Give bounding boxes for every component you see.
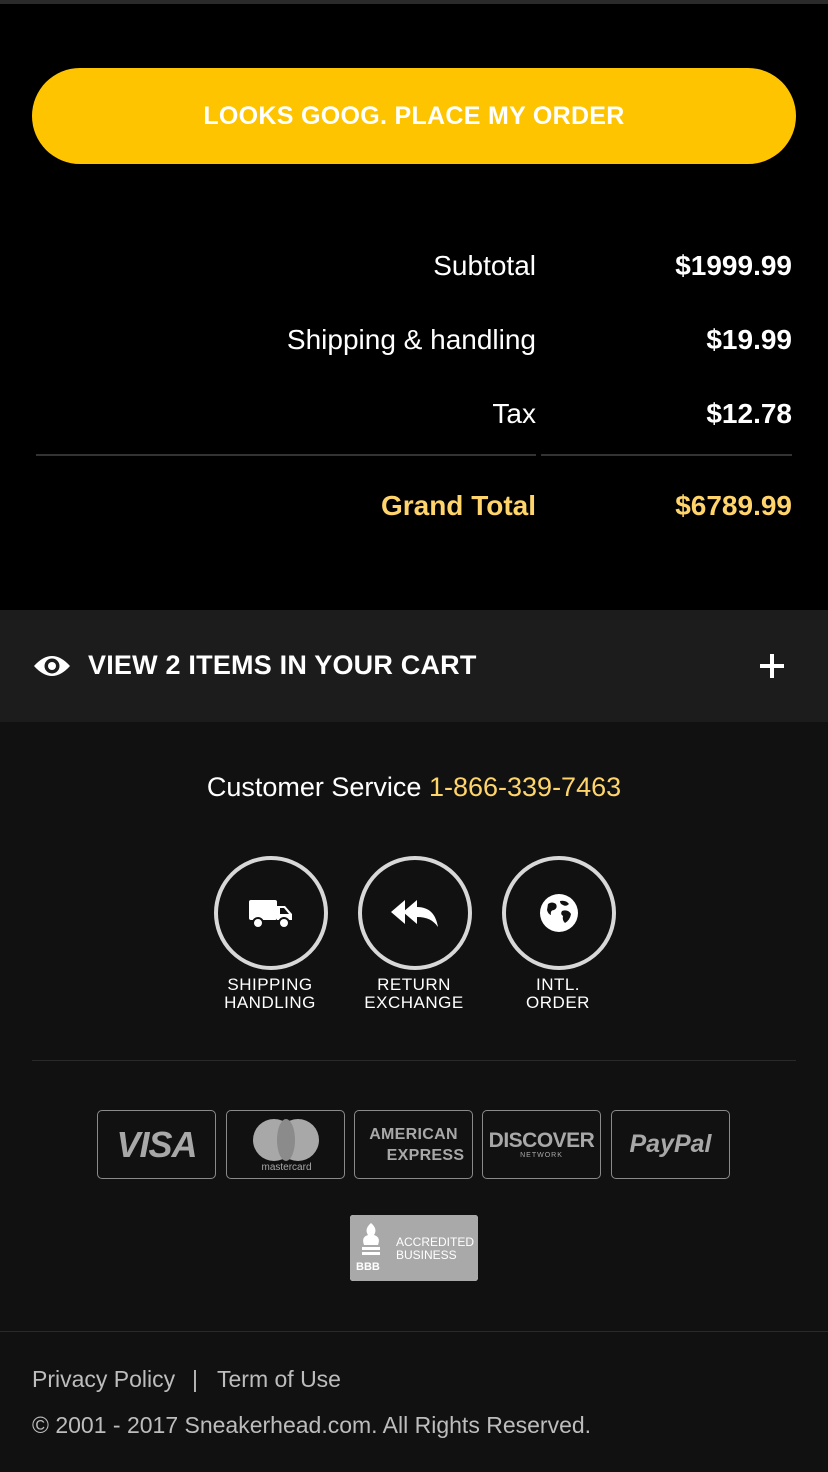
summary-divider [36, 454, 536, 456]
shipping-label: Shipping & handling [286, 324, 536, 355]
footer-divider [32, 1060, 796, 1061]
place-order-button[interactable]: LOOKS GOOG. PLACE MY ORDER [32, 68, 796, 164]
eye-icon [34, 656, 70, 676]
customer-service-label: Customer Service [206, 772, 422, 802]
subtotal-label: Subtotal [433, 250, 536, 281]
grand-total-label: Grand Total [380, 490, 536, 521]
return-exchange-label[interactable]: RETURN EXCHANGE [334, 976, 494, 1012]
amex-logo: AMERICAN EXPRESS [354, 1110, 473, 1179]
discover-logo: DISCOVER NETWORK [482, 1110, 601, 1179]
truck-icon [249, 900, 292, 929]
subtotal-row: Subtotal $1999.99 [36, 250, 792, 290]
footer-divider [0, 1331, 828, 1332]
globe-icon [540, 894, 578, 932]
footer-separator: | [192, 1366, 198, 1392]
return-exchange-button[interactable] [358, 856, 472, 970]
shipping-handling-label[interactable]: SHIPPING HANDLING [190, 976, 350, 1012]
international-order-button[interactable] [502, 856, 616, 970]
tax-row: Tax $12.78 [36, 398, 792, 438]
reply-all-icon [391, 900, 438, 927]
tax-label: Tax [492, 398, 536, 429]
mastercard-logo: mastercard [226, 1110, 345, 1179]
customer-service-phone[interactable]: 1-866-339-7463 [429, 772, 621, 802]
copyright-text: © 2001 - 2017 Sneakerhead.com. All Right… [32, 1412, 592, 1438]
paypal-logo: PayPal [611, 1110, 730, 1179]
international-order-label[interactable]: INTL. ORDER [478, 976, 638, 1012]
plus-icon[interactable] [758, 652, 786, 680]
customer-service: Customer Service 1-866-339-7463 [0, 772, 828, 803]
grand-total-row: Grand Total $6789.99 [36, 490, 792, 530]
shipping-value: $19.99 [706, 324, 792, 355]
tax-value: $12.78 [706, 398, 792, 429]
summary-divider [541, 454, 792, 456]
grand-total-value: $6789.99 [675, 490, 792, 521]
visa-logo: VISA [97, 1110, 216, 1179]
view-cart-label[interactable]: VIEW 2 ITEMS IN YOUR CART [88, 650, 477, 681]
shipping-handling-button[interactable] [214, 856, 328, 970]
subtotal-value: $1999.99 [675, 250, 792, 281]
privacy-policy-link[interactable]: Privacy Policy [32, 1366, 175, 1393]
terms-of-use-link[interactable]: Term of Use [217, 1366, 341, 1393]
bbb-accredited-badge[interactable]: BBB ACCREDITED BUSINESS [350, 1215, 478, 1281]
shipping-row: Shipping & handling $19.99 [36, 324, 792, 364]
